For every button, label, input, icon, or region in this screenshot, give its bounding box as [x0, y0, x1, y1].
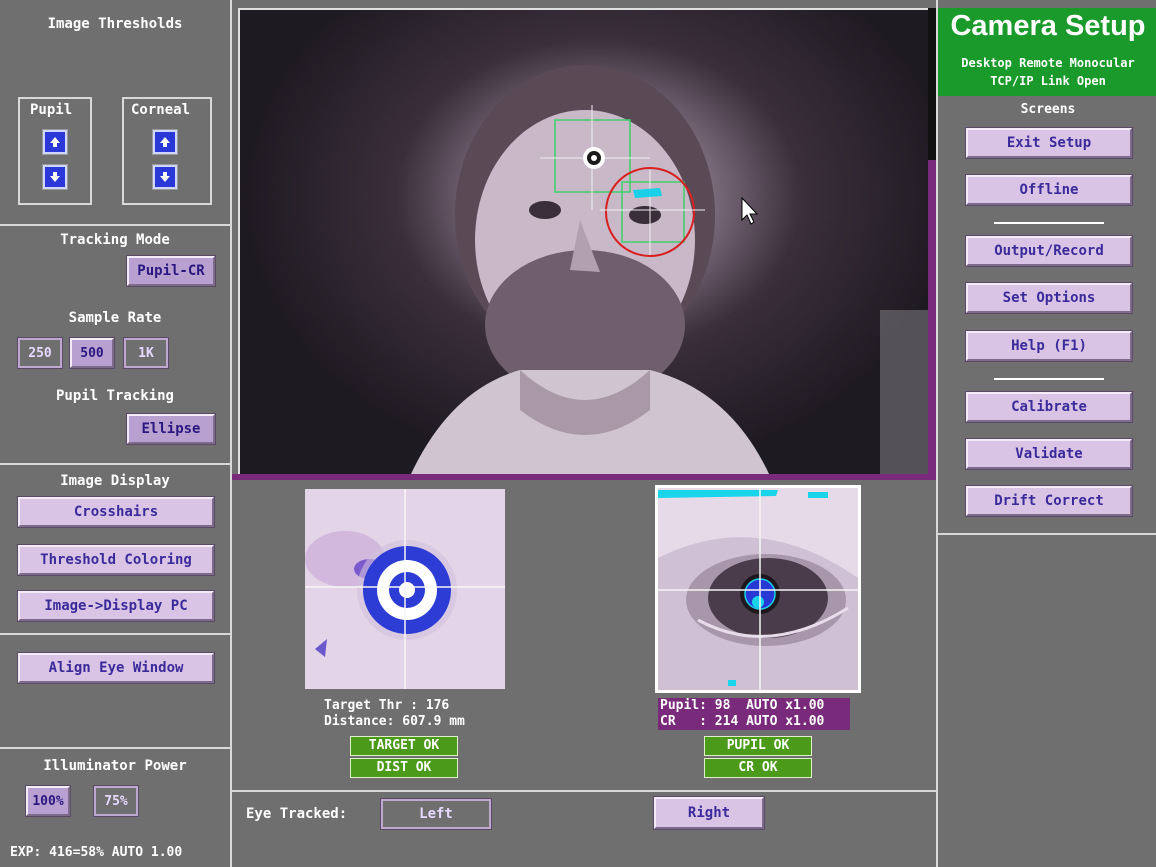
sample-rate-250-button[interactable]: 250 [17, 337, 63, 369]
separator-2 [994, 378, 1104, 380]
image-thresholds-section: Image Thresholds Pupil Corneal [0, 0, 230, 226]
camera-image [410, 65, 930, 476]
eye-right-button[interactable]: Right [653, 796, 765, 830]
exit-setup-button[interactable]: Exit Setup [965, 127, 1133, 159]
bottom-divider [232, 790, 936, 792]
image-display-section: Image Display Crosshairs Threshold Color… [0, 465, 230, 635]
target-image-view [305, 489, 505, 689]
pupil-ok-status: PUPIL OK [704, 736, 812, 756]
image-display-pc-button[interactable]: Image->Display PC [17, 590, 215, 622]
corneal-threshold-up-button[interactable] [152, 129, 178, 155]
eye-image [658, 488, 858, 690]
pupil-tracking-title: Pupil Tracking [55, 388, 174, 404]
corneal-label: Corneal [131, 102, 191, 118]
pupil-label: Pupil [30, 102, 73, 118]
illuminator-power-title: Illuminator Power [43, 758, 187, 774]
threshold-coloring-button[interactable]: Threshold Coloring [17, 544, 215, 576]
image-thresholds-title: Image Thresholds [47, 16, 183, 32]
image-display-title: Image Display [60, 473, 170, 489]
right-panel: Camera Setup Desktop Remote Monocular TC… [936, 0, 1156, 867]
right-divider [938, 533, 1156, 535]
pupil-tracking-button[interactable]: Ellipse [126, 413, 216, 445]
pupil-status-text: Pupil: 98 AUTO x1.00 [660, 698, 825, 713]
arrow-down-icon [160, 172, 170, 182]
link-status-subtitle: TCP/IP Link Open [990, 74, 1106, 88]
crosshairs-button[interactable]: Crosshairs [17, 496, 215, 528]
mouse-cursor-icon [741, 196, 759, 225]
camera-bottom-bar [232, 474, 936, 480]
sample-rate-title: Sample Rate [68, 310, 162, 326]
screens-label: Screens [1020, 102, 1076, 117]
target-ok-status: TARGET OK [350, 736, 458, 756]
left-panel: Image Thresholds Pupil Corneal Tracking … [0, 0, 232, 867]
power-75-button[interactable]: 75% [93, 785, 139, 817]
target-threshold-text: Target Thr : 176 [324, 698, 450, 713]
drift-correct-button[interactable]: Drift Correct [965, 485, 1133, 517]
power-100-button[interactable]: 100% [25, 785, 71, 817]
tracking-mode-title: Tracking Mode [60, 232, 170, 248]
validate-button[interactable]: Validate [965, 438, 1133, 470]
eye-tracked-label: Eye Tracked: [246, 806, 348, 822]
output-record-button[interactable]: Output/Record [965, 235, 1133, 267]
cr-ok-status: CR OK [704, 758, 812, 778]
tracking-mode-button[interactable]: Pupil-CR [126, 255, 216, 287]
distance-text: Distance: 607.9 mm [324, 714, 465, 729]
align-eye-window-button[interactable]: Align Eye Window [17, 652, 215, 684]
exposure-status: EXP: 416=58% AUTO 1.00 [10, 845, 183, 860]
mode-subtitle: Desktop Remote Monocular [961, 56, 1135, 70]
arrow-up-icon [50, 137, 60, 147]
help-button[interactable]: Help (F1) [965, 330, 1133, 362]
dist-ok-status: DIST OK [350, 758, 458, 778]
calibrate-button[interactable]: Calibrate [965, 391, 1133, 423]
arrow-down-icon [50, 172, 60, 182]
align-section: Align Eye Window [0, 635, 230, 749]
eye-image-view [655, 485, 861, 693]
target-image [305, 489, 505, 689]
sample-rate-1k-button[interactable]: 1K [123, 337, 169, 369]
camera-side-bar [928, 160, 936, 480]
sample-rate-500-button[interactable]: 500 [69, 337, 115, 369]
camera-setup-title: Camera Setup [950, 10, 1146, 42]
corneal-threshold-down-button[interactable] [152, 164, 178, 190]
pupil-threshold-down-button[interactable] [42, 164, 68, 190]
set-options-button[interactable]: Set Options [965, 282, 1133, 314]
offline-button[interactable]: Offline [965, 174, 1133, 206]
pupil-threshold-up-button[interactable] [42, 129, 68, 155]
camera-view[interactable] [238, 8, 932, 478]
separator-1 [994, 222, 1104, 224]
cr-status-text: CR : 214 AUTO x1.00 [660, 714, 825, 729]
camera-side-dark [928, 8, 936, 160]
eye-left-button[interactable]: Left [380, 798, 492, 830]
arrow-up-icon [160, 137, 170, 147]
tracking-section: Tracking Mode Pupil-CR Sample Rate 250 5… [0, 226, 230, 465]
